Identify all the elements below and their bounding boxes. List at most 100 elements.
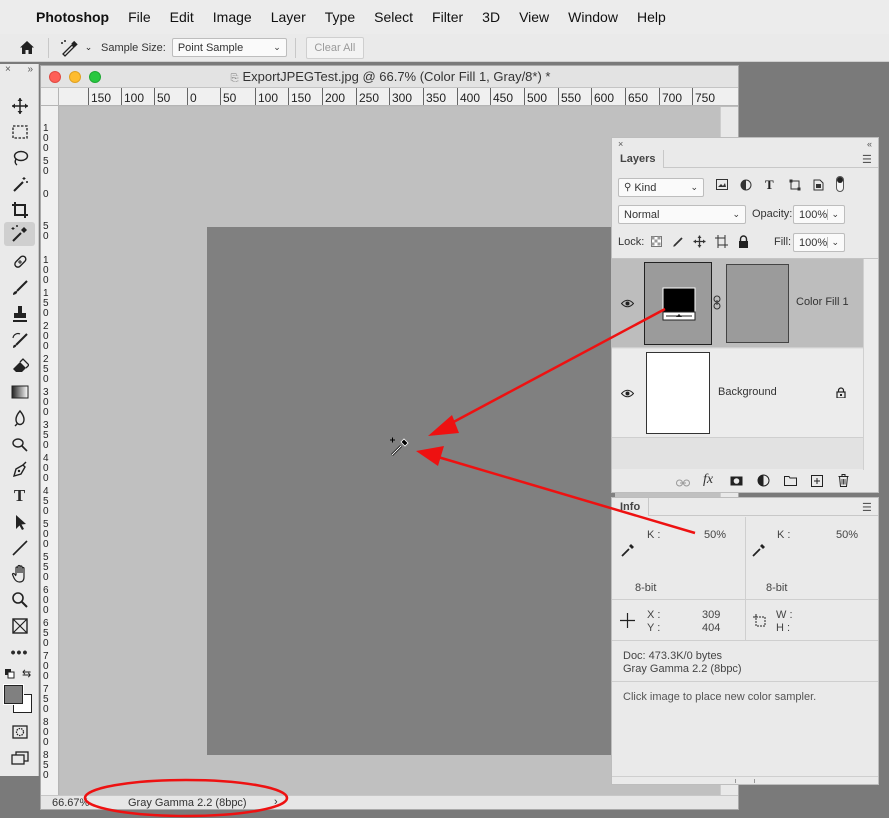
default-colors-icon[interactable] (5, 668, 15, 679)
blur-tool-icon[interactable] (4, 406, 35, 430)
add-mask-icon[interactable] (730, 475, 743, 489)
gradient-tool-icon[interactable] (4, 380, 35, 404)
blend-mode-select[interactable]: Normal ⌄ (618, 205, 746, 224)
menu-3d[interactable]: 3D (482, 9, 500, 25)
quick-mask-icon[interactable] (4, 720, 35, 744)
menu-image[interactable]: Image (213, 9, 252, 25)
lasso-tool-icon[interactable] (4, 146, 35, 170)
layer-name[interactable]: Background (718, 386, 777, 398)
type-tool-icon[interactable]: T (4, 484, 35, 508)
filter-kind-value: Kind (634, 181, 657, 194)
lock-pixels-icon[interactable] (672, 235, 685, 251)
panel-menu-icon[interactable]: ☰ (862, 153, 874, 166)
document-title-bar[interactable]: ⎘ ExportJPEGTest.jpg @ 66.7% (Color Fill … (41, 66, 738, 88)
clone-stamp-tool-icon[interactable] (4, 302, 35, 326)
path-selection-tool-icon[interactable] (4, 510, 35, 534)
layer-mask-thumbnail[interactable] (726, 264, 789, 343)
visibility-eye-icon[interactable] (620, 297, 635, 311)
resize-grip[interactable] (612, 776, 878, 784)
menu-edit[interactable]: Edit (170, 9, 194, 25)
filter-toggle[interactable] (836, 176, 844, 192)
menu-help[interactable]: Help (637, 9, 666, 25)
w-label: W : (776, 609, 793, 621)
tool-preset-picker[interactable]: ⌄ (55, 39, 97, 57)
adjustment-layer-icon[interactable] (757, 474, 770, 490)
menu-window[interactable]: Window (568, 9, 618, 25)
layer-filter-select[interactable]: ⚲ Kind ⌄ (618, 178, 704, 197)
menu-file[interactable]: File (128, 9, 151, 25)
screen-mode-icon[interactable] (4, 746, 35, 770)
tab-info[interactable]: Info (612, 498, 650, 516)
healing-brush-tool-icon[interactable] (4, 250, 35, 274)
dodge-tool-icon[interactable] (4, 432, 35, 456)
delete-layer-icon[interactable] (838, 474, 849, 490)
lock-transparency-icon[interactable] (651, 236, 662, 250)
divider (612, 640, 878, 641)
fill-input[interactable]: 100% ⌄ (793, 233, 845, 252)
vertical-ruler[interactable]: 1 0 0 5 0 0 5 0 1 0 0 1 5 0 2 0 0 2 5 0 … (41, 106, 59, 796)
menu-photoshop[interactable]: Photoshop (36, 9, 109, 25)
link-layers-icon[interactable] (676, 476, 690, 490)
layer-thumbnail-fill[interactable] (644, 262, 712, 345)
magic-wand-tool-icon[interactable] (4, 172, 35, 196)
zoom-level[interactable]: 66.67% (52, 797, 89, 809)
marquee-tool-icon[interactable] (4, 120, 35, 144)
close-icon[interactable]: × (5, 64, 11, 76)
close-icon[interactable]: × (618, 138, 623, 150)
shape-filter-icon[interactable] (789, 179, 801, 194)
menu-filter[interactable]: Filter (432, 9, 463, 25)
more-tools-icon[interactable]: ••• (4, 640, 35, 664)
visibility-eye-icon[interactable] (620, 387, 635, 401)
swap-colors-icon[interactable]: ⇆ (22, 667, 31, 680)
eraser-tool-icon[interactable] (4, 354, 35, 378)
home-icon[interactable] (12, 40, 42, 55)
lock-position-icon[interactable] (693, 235, 706, 251)
frame-tool-icon[interactable] (4, 614, 35, 638)
fill-label: Fill: (774, 236, 792, 248)
foreground-color-swatch[interactable] (3, 684, 24, 705)
pen-tool-icon[interactable] (4, 458, 35, 482)
lock-all-icon[interactable] (738, 235, 749, 251)
layer-thumbnail-background[interactable] (646, 352, 710, 434)
ruler-label: 350 (423, 88, 446, 105)
collapse-icon[interactable]: « (867, 138, 872, 150)
history-brush-tool-icon[interactable] (4, 328, 35, 352)
status-menu-arrow-icon[interactable]: › (274, 796, 278, 808)
smart-object-filter-icon[interactable] (813, 179, 824, 194)
type-filter-icon[interactable]: T (765, 177, 774, 193)
adjustment-filter-icon[interactable] (740, 179, 752, 194)
menu-view[interactable]: View (519, 9, 549, 25)
brush-tool-icon[interactable] (4, 276, 35, 300)
expand-icon[interactable]: » (27, 64, 33, 76)
layer-name[interactable]: Color Fill 1 (796, 296, 849, 308)
line-tool-icon[interactable] (4, 536, 35, 560)
layers-scrollbar[interactable] (863, 259, 878, 470)
panel-menu-icon[interactable]: ☰ (862, 501, 874, 514)
eyedropper-icon[interactable] (752, 543, 766, 560)
horizontal-ruler[interactable]: 150 100 50 0 50 100 150 200 250 300 350 … (59, 88, 738, 106)
sample-size-select[interactable]: Point Sample ⌄ (171, 38, 287, 57)
lock-artboard-icon[interactable] (715, 235, 728, 251)
layer-row-background[interactable]: Background (612, 349, 863, 438)
new-layer-icon[interactable] (811, 475, 823, 490)
menu-type[interactable]: Type (325, 9, 355, 25)
ruler-origin[interactable] (41, 88, 59, 106)
pixel-filter-icon[interactable] (716, 179, 728, 193)
zoom-tool-icon[interactable] (4, 588, 35, 612)
link-icon[interactable] (713, 295, 721, 313)
tab-layers[interactable]: Layers (612, 150, 665, 168)
fx-icon[interactable]: fx (703, 472, 713, 488)
hand-tool-icon[interactable] (4, 562, 35, 586)
opacity-input[interactable]: 100% ⌄ (793, 205, 845, 224)
new-group-icon[interactable] (784, 475, 797, 489)
x-label: X : (647, 609, 661, 621)
move-tool-icon[interactable] (4, 94, 35, 118)
menu-select[interactable]: Select (374, 9, 413, 25)
menu-layer[interactable]: Layer (271, 9, 306, 25)
eyedropper-icon[interactable] (621, 543, 635, 560)
clear-all-button[interactable]: Clear All (305, 36, 364, 59)
document-canvas[interactable] (207, 227, 615, 755)
crop-tool-icon[interactable] (4, 198, 35, 222)
eyedropper-tool-icon[interactable] (4, 222, 35, 246)
layer-row-color-fill-1[interactable]: Color Fill 1 (612, 259, 863, 348)
